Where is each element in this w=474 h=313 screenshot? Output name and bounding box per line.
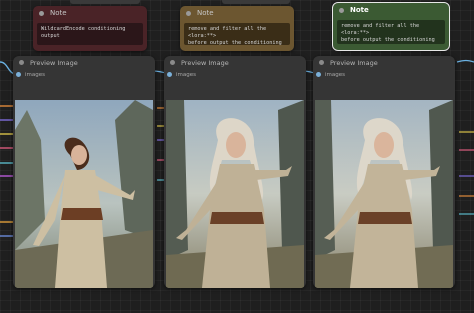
preview-image[interactable]	[166, 100, 304, 288]
node-title: Preview Image	[181, 58, 229, 67]
note-text[interactable]: WildcardEncode conditioning output	[37, 23, 143, 45]
input-label: images	[25, 71, 45, 78]
node-header[interactable]: Preview Image	[313, 56, 455, 69]
images-input[interactable]: images	[13, 69, 155, 80]
input-socket-icon[interactable]	[167, 72, 172, 77]
note-title: Note	[350, 6, 369, 14]
input-socket-icon[interactable]	[16, 72, 21, 77]
images-input[interactable]: images	[164, 69, 306, 80]
input-label: images	[325, 71, 345, 78]
preview-image[interactable]	[15, 100, 153, 288]
node-header[interactable]: Preview Image	[164, 56, 306, 69]
collapse-dot-icon[interactable]	[319, 60, 324, 65]
note-header[interactable]: Note	[180, 6, 294, 20]
input-label: images	[176, 71, 196, 78]
note-node-restart-sampler[interactable]: Note remove and filter all the <lora:**>…	[332, 2, 450, 51]
note-node-lora-filter[interactable]: Note remove and filter all the <lora:**>…	[180, 6, 294, 51]
note-text[interactable]: remove and filter all the <lora:**> befo…	[337, 20, 445, 44]
collapse-dot-icon[interactable]	[39, 10, 44, 16]
collapse-dot-icon[interactable]	[170, 60, 175, 65]
note-title: Note	[197, 9, 214, 17]
note-header[interactable]: Note	[33, 6, 147, 20]
input-socket-icon[interactable]	[316, 72, 321, 77]
collapse-dot-icon[interactable]	[186, 10, 191, 16]
node-edge-strip	[222, 0, 290, 4]
preview-image[interactable]	[315, 100, 453, 288]
preview-image-node-1[interactable]: Preview Image images	[13, 56, 155, 288]
preview-image-node-2[interactable]: Preview Image images	[164, 56, 306, 288]
note-title: Note	[50, 9, 67, 17]
note-node-wildcard[interactable]: Note WildcardEncode conditioning output	[33, 6, 147, 51]
images-input[interactable]: images	[313, 69, 455, 80]
collapse-dot-icon[interactable]	[339, 7, 344, 13]
node-edge-strip	[70, 0, 140, 4]
preview-image-node-3[interactable]: Preview Image images	[313, 56, 455, 288]
note-text[interactable]: remove and filter all the <lora:**> befo…	[184, 23, 290, 45]
node-title: Preview Image	[30, 58, 78, 67]
collapse-dot-icon[interactable]	[19, 60, 24, 65]
note-header[interactable]: Note	[333, 3, 449, 17]
node-title: Preview Image	[330, 58, 378, 67]
node-header[interactable]: Preview Image	[13, 56, 155, 69]
